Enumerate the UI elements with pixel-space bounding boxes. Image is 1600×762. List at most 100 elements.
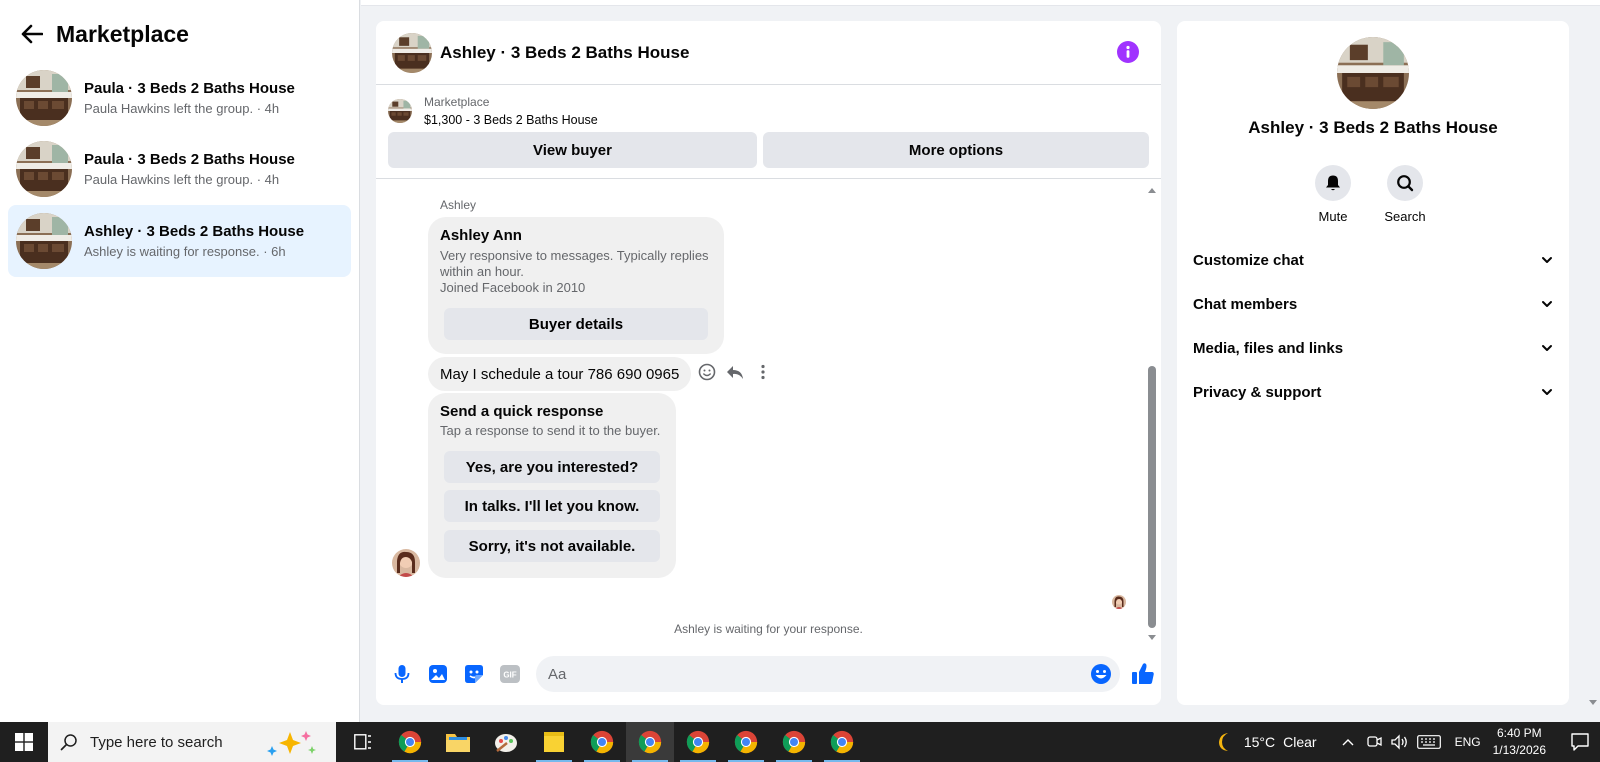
conversation-title: Ashley · 3 Beds 2 Baths House: [84, 223, 305, 240]
taskbar-chrome-app[interactable]: [722, 722, 770, 762]
chevron-up-icon[interactable]: [1337, 722, 1359, 762]
gif-icon[interactable]: GIF: [498, 662, 522, 686]
microphone-icon[interactable]: [390, 662, 414, 686]
moon-icon: [1214, 731, 1236, 753]
speaker-icon[interactable]: [1389, 722, 1411, 762]
weather-condition: Clear: [1283, 734, 1317, 750]
conversation-item[interactable]: Paula · 3 Beds 2 Baths House Paula Hawki…: [8, 62, 351, 134]
buyer-details-button[interactable]: Buyer details: [444, 308, 708, 340]
thumbs-up-icon[interactable]: [1130, 661, 1156, 687]
buyer-responsiveness-cont: within an hour.: [440, 264, 524, 279]
message-scrollbar[interactable]: [1147, 183, 1157, 643]
keyboard-icon[interactable]: [1415, 722, 1443, 762]
conversation-subtitle: Ashley is waiting for response. · 6h: [84, 244, 286, 259]
chat-listing-avatar[interactable]: [392, 33, 432, 73]
window-scroll-down-icon[interactable]: [1588, 700, 1598, 708]
read-receipt-avatar: [1112, 595, 1126, 609]
section-label: Privacy & support: [1193, 383, 1322, 401]
chat-title[interactable]: Ashley · 3 Beds 2 Baths House: [440, 43, 689, 63]
meet-now-icon[interactable]: [1363, 722, 1385, 762]
quick-response-option[interactable]: Sorry, it's not available.: [444, 530, 660, 562]
scroll-up-arrow-icon[interactable]: [1147, 187, 1157, 195]
quick-response-subtitle: Tap a response to send it to the buyer.: [440, 423, 661, 438]
quick-response-title: Send a quick response: [440, 403, 604, 420]
chat-members-section[interactable]: Chat members: [1193, 292, 1553, 316]
sticky-notes-icon[interactable]: [530, 722, 578, 762]
task-view-icon[interactable]: [340, 722, 386, 762]
listing-thumbnail: [16, 213, 72, 269]
conversation-item[interactable]: Paula · 3 Beds 2 Baths House Paula Hawki…: [8, 133, 351, 205]
conversation-title: Paula · 3 Beds 2 Baths House: [84, 151, 295, 168]
notification-icon[interactable]: [1560, 722, 1600, 762]
buyer-joined: Joined Facebook in 2010: [440, 280, 586, 295]
taskbar-search-placeholder: Type here to search: [90, 733, 223, 751]
conversation-sidebar: Marketplace Paula · 3 Beds 2 Baths House…: [0, 0, 360, 722]
quick-response-option[interactable]: Yes, are you interested?: [444, 451, 660, 483]
section-label: Chat members: [1193, 295, 1298, 313]
info-icon[interactable]: [1117, 41, 1139, 63]
chevron-down-icon: [1541, 256, 1553, 264]
media-files-links-section[interactable]: Media, files and links: [1193, 336, 1553, 360]
windows-taskbar: Type here to search 15°C Clear ENG 6:40 …: [0, 722, 1600, 762]
conversation-title: Paula · 3 Beds 2 Baths House: [84, 80, 295, 97]
back-arrow-icon[interactable]: [20, 22, 44, 46]
taskbar-chrome-app[interactable]: [386, 722, 434, 762]
conversation-subtitle: Paula Hawkins left the group. · 4h: [84, 172, 280, 187]
search-button[interactable]: Search: [1375, 165, 1435, 224]
waiting-status-note: Ashley is waiting for your response.: [674, 622, 863, 636]
reply-icon[interactable]: [726, 363, 744, 381]
sidebar-title: Marketplace: [56, 20, 189, 47]
windows-start-icon[interactable]: [0, 722, 48, 762]
chat-details-panel: Ashley · 3 Beds 2 Baths House Mute Searc…: [1177, 21, 1569, 705]
chat-header: Ashley · 3 Beds 2 Baths House: [376, 21, 1161, 85]
message-input-wrapper: [536, 656, 1120, 692]
react-icon[interactable]: [698, 363, 716, 381]
customize-chat-section[interactable]: Customize chat: [1193, 248, 1553, 272]
listing-thumbnail: [16, 141, 72, 197]
svg-text:GIF: GIF: [503, 671, 516, 680]
details-listing-avatar[interactable]: [1337, 37, 1409, 109]
section-label: Customize chat: [1193, 251, 1304, 269]
taskbar-chrome-app[interactable]: [818, 722, 866, 762]
scrollbar-thumb[interactable]: [1148, 366, 1156, 628]
listing-bar: Marketplace $1,300 - 3 Beds 2 Baths Hous…: [376, 85, 1161, 179]
buyer-info-card: Ashley Ann Very responsive to messages. …: [428, 217, 724, 354]
message-actions: [698, 363, 772, 381]
more-icon[interactable]: [754, 363, 772, 381]
top-strip: [361, 0, 1600, 6]
chevron-down-icon: [1541, 300, 1553, 308]
listing-thumbnail[interactable]: [388, 99, 412, 123]
quick-response-option[interactable]: In talks. I'll let you know.: [444, 490, 660, 522]
taskbar-chrome-app[interactable]: [578, 722, 626, 762]
privacy-support-section[interactable]: Privacy & support: [1193, 380, 1553, 404]
paint-app-icon[interactable]: [482, 722, 530, 762]
search-label: Search: [1384, 209, 1426, 224]
taskbar-chrome-app-active[interactable]: [626, 722, 674, 762]
more-options-button[interactable]: More options: [763, 132, 1149, 168]
photo-icon[interactable]: [426, 662, 450, 686]
taskbar-chrome-app[interactable]: [770, 722, 818, 762]
message-input[interactable]: [536, 656, 1120, 692]
mute-button[interactable]: Mute: [1303, 165, 1363, 224]
taskbar-search-box[interactable]: Type here to search: [48, 722, 336, 762]
message-bubble[interactable]: May I schedule a tour 786 690 0965: [428, 357, 692, 391]
section-label: Media, files and links: [1193, 339, 1344, 357]
clock-time: 6:40 PM: [1496, 726, 1542, 740]
file-explorer-icon[interactable]: [434, 722, 482, 762]
view-buyer-button[interactable]: View buyer: [388, 132, 758, 168]
buyer-responsiveness: Very responsive to messages. Typically r…: [440, 248, 709, 263]
sticker-icon[interactable]: [462, 662, 486, 686]
input-language[interactable]: ENG: [1455, 735, 1481, 749]
weather-widget[interactable]: 15°C Clear: [1214, 731, 1317, 753]
listing-price-title[interactable]: $1,300 - 3 Beds 2 Baths House: [424, 113, 598, 127]
emoji-icon[interactable]: [1090, 663, 1112, 685]
chevron-down-icon: [1541, 344, 1553, 352]
system-tray: 15°C Clear ENG 6:40 PM 1/13/2026: [1214, 722, 1600, 762]
taskbar-chrome-app[interactable]: [674, 722, 722, 762]
sender-name: Ashley: [440, 198, 477, 212]
conversation-item-active[interactable]: Ashley · 3 Beds 2 Baths House Ashley is …: [8, 205, 351, 277]
scroll-down-arrow-icon[interactable]: [1147, 635, 1157, 643]
sender-avatar[interactable]: [392, 549, 420, 577]
message-composer: GIF: [376, 643, 1161, 705]
system-clock[interactable]: 6:40 PM 1/13/2026: [1493, 725, 1546, 759]
